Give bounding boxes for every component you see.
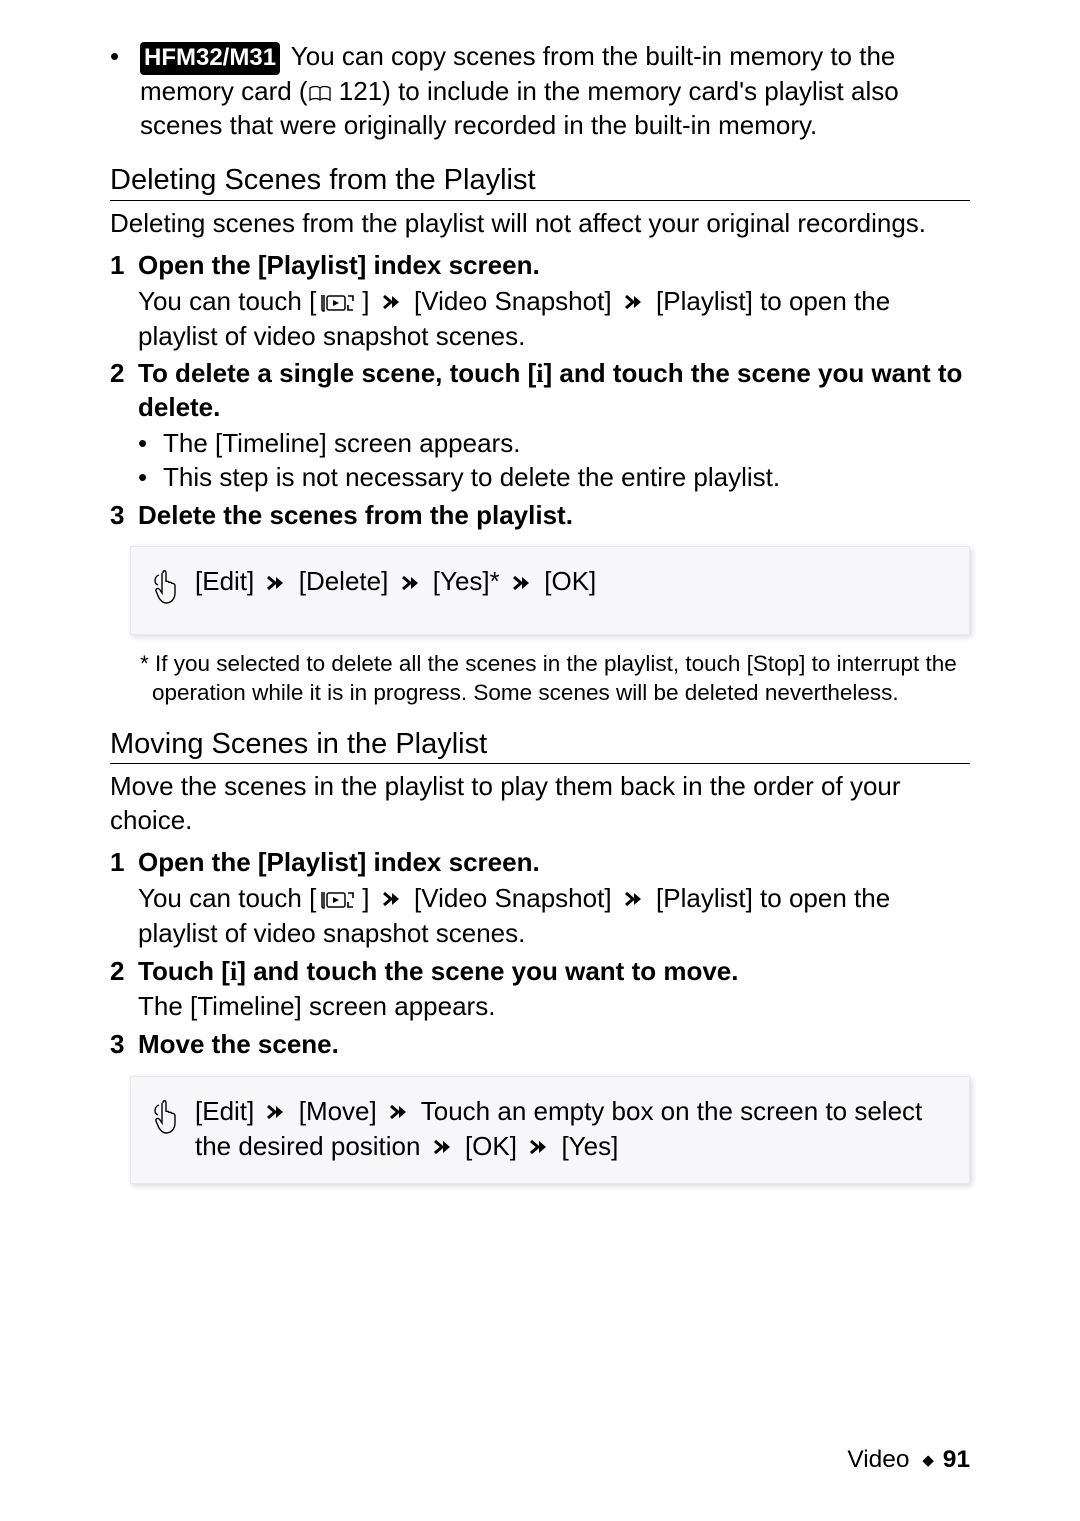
- text: ]: [362, 286, 376, 316]
- step-bullet: The [Timeline] screen appears.: [138, 427, 970, 461]
- step-sub: The [Timeline] screen appears.: [138, 990, 970, 1024]
- move-step-3: 3 Move the scene.: [110, 1028, 970, 1062]
- step-number: 2: [110, 955, 138, 1025]
- arrow-icon: [623, 286, 645, 320]
- top-note-bullet: HFM32/M31 You can copy scenes from the b…: [110, 40, 970, 142]
- arrow-icon: [400, 567, 422, 601]
- step-sub: You can touch [] [Video Snapshot] [Playl…: [138, 882, 970, 951]
- arrow-icon: [381, 883, 403, 917]
- seq-item: [Yes]*: [433, 566, 500, 596]
- seq-item: [OK]: [465, 1131, 517, 1161]
- text: You can touch [: [138, 883, 316, 913]
- delete-intro: Deleting scenes from the playlist will n…: [110, 207, 970, 241]
- diamond-icon: ◆: [922, 1452, 934, 1469]
- page-footer: Video ◆ 91: [847, 1444, 970, 1476]
- arrow-icon: [265, 1096, 287, 1130]
- text: [Video Snapshot]: [414, 286, 612, 316]
- seq-item: [Move]: [299, 1096, 377, 1126]
- arrow-icon: [388, 1096, 410, 1130]
- arrow-icon: [381, 286, 403, 320]
- move-intro: Move the scenes in the playlist to play …: [110, 770, 970, 838]
- seq-item: [Yes]: [561, 1131, 618, 1161]
- footer-page-number: 91: [943, 1446, 970, 1473]
- step-head: Move the scene.: [138, 1028, 970, 1062]
- delete-footnote: * If you selected to delete all the scen…: [122, 649, 970, 708]
- seq-item: [Edit]: [195, 566, 254, 596]
- touch-sequence-move: [Edit] [Move] Touch an empty box on the …: [130, 1076, 970, 1184]
- delete-step-2: 2 To delete a single scene, touch [i] an…: [110, 357, 970, 494]
- text: ]: [362, 883, 376, 913]
- model-badge: HFM32/M31: [140, 42, 280, 75]
- arrow-icon: [528, 1131, 550, 1165]
- step-head: Delete the scenes from the playlist.: [138, 499, 970, 533]
- section-title-move: Moving Scenes in the Playlist: [110, 726, 970, 765]
- step-head: Touch [i] and touch the scene you want t…: [138, 955, 970, 989]
- index-screen-icon: [316, 890, 362, 910]
- seq-item: [OK]: [544, 566, 596, 596]
- delete-step-1: 1 Open the [Playlist] index screen. You …: [110, 249, 970, 354]
- delete-step-3: 3 Delete the scenes from the playlist.: [110, 499, 970, 533]
- step-head: To delete a single scene, touch [i] and …: [138, 357, 970, 425]
- open-book-icon: [308, 76, 332, 106]
- step-number: 2: [110, 357, 138, 494]
- step-number: 1: [110, 249, 138, 354]
- section-title-delete: Deleting Scenes from the Playlist: [110, 162, 970, 201]
- info-icon: i: [536, 359, 543, 388]
- footer-section: Video: [847, 1446, 909, 1473]
- step-head: Open the [Playlist] index screen.: [138, 249, 970, 283]
- touch-hand-icon: [151, 567, 183, 616]
- step-number: 3: [110, 1028, 138, 1062]
- page: HFM32/M31 You can copy scenes from the b…: [0, 0, 1080, 1521]
- step-sub: You can touch [] [Video Snapshot] [Playl…: [138, 285, 970, 354]
- text: ] and touch the scene you want to move.: [237, 956, 738, 986]
- sequence-content: [Edit] [Delete] [Yes]* [OK]: [195, 565, 949, 600]
- step-number: 3: [110, 499, 138, 533]
- arrow-icon: [511, 567, 533, 601]
- arrow-icon: [623, 883, 645, 917]
- text: To delete a single scene, touch [: [138, 358, 536, 388]
- step-head: Open the [Playlist] index screen.: [138, 846, 970, 880]
- step-bullet: This step is not necessary to delete the…: [138, 461, 970, 495]
- text: You can touch [: [138, 286, 316, 316]
- move-step-1: 1 Open the [Playlist] index screen. You …: [110, 846, 970, 951]
- touch-hand-icon: [151, 1097, 183, 1146]
- arrow-icon: [265, 567, 287, 601]
- seq-item: [Delete]: [299, 566, 389, 596]
- text: [Video Snapshot]: [414, 883, 612, 913]
- touch-sequence-delete: [Edit] [Delete] [Yes]* [OK]: [130, 546, 970, 635]
- sequence-content: [Edit] [Move] Touch an empty box on the …: [195, 1095, 949, 1165]
- seq-item: [Edit]: [195, 1096, 254, 1126]
- move-step-2: 2 Touch [i] and touch the scene you want…: [110, 955, 970, 1025]
- text: Touch [: [138, 956, 230, 986]
- step-number: 1: [110, 846, 138, 951]
- index-screen-icon: [316, 293, 362, 313]
- arrow-icon: [432, 1131, 454, 1165]
